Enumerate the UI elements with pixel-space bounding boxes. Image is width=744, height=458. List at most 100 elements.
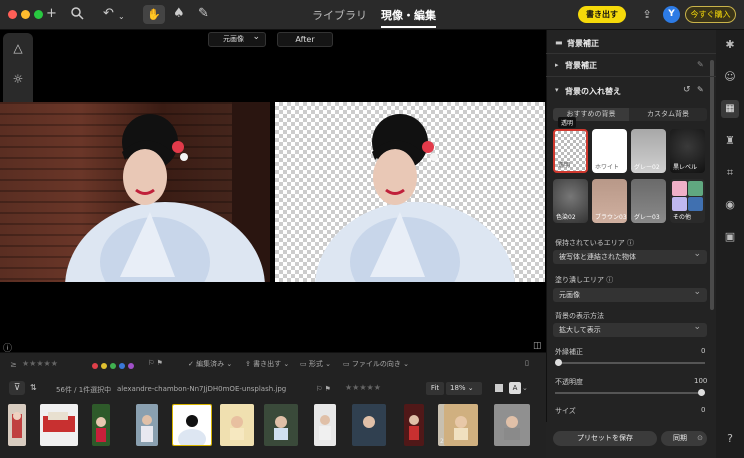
thumbnail[interactable]: [92, 404, 110, 446]
swatch-black-level[interactable]: 黒レベル: [670, 129, 705, 173]
folder-settings-icon[interactable]: ▣: [720, 228, 740, 246]
flag-icon[interactable]: ⚐ ⚑: [148, 359, 163, 367]
slider-knob[interactable]: [698, 389, 705, 396]
search-icon[interactable]: [70, 6, 84, 25]
status-orientation[interactable]: ▭ ファイルの向き ⌄: [343, 359, 409, 369]
image-rating[interactable]: ★★★★★: [345, 383, 381, 392]
thumbnail-selected[interactable]: [172, 404, 212, 446]
add-icon[interactable]: +: [46, 6, 57, 22]
compare-view-icon[interactable]: A: [509, 382, 521, 394]
tab-custom-bg[interactable]: カスタム背景: [629, 108, 707, 121]
crop-icon[interactable]: ⌗: [720, 164, 740, 182]
selection-count: 56件 / 1件選択中: [56, 386, 112, 394]
thumbnail[interactable]: [352, 404, 386, 446]
outer-correction-value: 0: [701, 347, 706, 355]
tab-library[interactable]: ライブラリ: [312, 7, 367, 23]
tab-develop[interactable]: 現像・編集: [381, 7, 436, 28]
panel-title: 背景補正: [567, 39, 599, 48]
zoom-select[interactable]: 18% ⌄: [446, 382, 482, 395]
flag-icon[interactable]: ⚐ ⚑: [316, 385, 331, 393]
thumbnail[interactable]: [220, 404, 254, 446]
swatch-shade02[interactable]: 色染02: [553, 179, 588, 223]
swatch-gray02[interactable]: グレー02: [631, 129, 666, 173]
thumbnail[interactable]: [8, 404, 26, 446]
thumbnail[interactable]: [444, 404, 478, 446]
chevron-right-icon[interactable]: ▸: [555, 61, 559, 69]
sun-effect-icon[interactable]: ☼: [3, 69, 33, 89]
undo-icon[interactable]: ↶: [103, 6, 114, 22]
sort-icon[interactable]: ⇅: [30, 383, 37, 392]
swatch-brown03[interactable]: ブラウン03: [592, 179, 627, 223]
outer-correction-slider[interactable]: [555, 359, 705, 366]
info-icon: ⓘ: [627, 239, 635, 247]
stamp-tool-icon[interactable]: ♠: [173, 6, 185, 22]
view-dropdown-icon[interactable]: ⌄: [522, 384, 528, 392]
section-bg-replace[interactable]: 背景の入れ替え: [565, 86, 621, 97]
thumbnail[interactable]: [404, 404, 424, 446]
status-edited[interactable]: ✓ 編集済み ⌄: [188, 359, 232, 369]
swatch-white[interactable]: ホワイト: [592, 129, 627, 173]
share-icon[interactable]: ⇪: [640, 8, 654, 22]
sync-options-icon: ⊙: [697, 434, 703, 442]
save-preset-button[interactable]: プリセットを保存: [553, 431, 657, 446]
opacity-slider[interactable]: [555, 389, 705, 396]
thumbnail[interactable]: [264, 404, 298, 446]
status-format[interactable]: ▭ 形式 ⌄: [300, 359, 331, 369]
camera-icon[interactable]: ◉: [720, 196, 740, 214]
section-bg-correction[interactable]: 背景補正: [565, 60, 597, 71]
brush-tool-icon[interactable]: ✎: [198, 6, 209, 22]
thumbnail[interactable]: [40, 404, 78, 446]
size-value: 0: [701, 406, 706, 414]
rating-stars[interactable]: ★★★★★: [22, 359, 58, 368]
thumbnail[interactable]: [136, 404, 158, 446]
color-label-blue[interactable]: [119, 363, 125, 369]
filter-icon[interactable]: ⊽: [9, 381, 25, 395]
background-tool-icon[interactable]: ▦: [721, 100, 739, 118]
hand-tool-icon[interactable]: ✋: [143, 5, 165, 24]
compare-mode-select[interactable]: 元画像 ⌄: [208, 32, 266, 47]
clothing-icon[interactable]: ♜: [720, 132, 740, 150]
edit-icon[interactable]: ✎: [697, 60, 704, 69]
export-button[interactable]: 書き出す: [578, 6, 626, 23]
avatar[interactable]: Y: [663, 6, 680, 23]
fit-button[interactable]: Fit: [426, 382, 444, 395]
edit-icon[interactable]: ✎: [697, 85, 704, 94]
swatch-transparent[interactable]: 透明: [553, 129, 588, 173]
chevron-down-icon[interactable]: ▾: [555, 86, 559, 94]
rating-filter-icon[interactable]: ≥: [10, 360, 17, 369]
close-window-button[interactable]: [8, 10, 17, 19]
opacity-value: 100: [694, 377, 708, 385]
face-icon[interactable]: ☺: [720, 68, 740, 86]
purchase-button[interactable]: 今すぐ購入: [685, 6, 736, 23]
kept-area-select[interactable]: 被写体と連結された物体: [553, 247, 707, 264]
color-label-yellow[interactable]: [101, 363, 107, 369]
thumbnail[interactable]: [314, 404, 336, 446]
ai-landscape-icon[interactable]: △: [3, 38, 33, 58]
minimize-window-button[interactable]: [21, 10, 30, 19]
single-view-icon[interactable]: [495, 384, 503, 392]
swatch-other[interactable]: その他: [670, 179, 705, 223]
compare-icon[interactable]: ◫: [533, 341, 542, 351]
panel-header-icon: ▬: [555, 38, 563, 47]
display-method-label: 背景の表示方法: [555, 312, 604, 320]
panel-scrollbar[interactable]: [710, 60, 714, 310]
thumbnail[interactable]: [494, 404, 530, 446]
fill-area-select[interactable]: 元画像: [553, 285, 707, 302]
display-method-select[interactable]: 拡大して表示: [553, 320, 707, 337]
help-icon[interactable]: ?: [720, 430, 740, 448]
chevron-down-icon: ⌄: [252, 32, 260, 42]
undo-dropdown-icon[interactable]: ⌄: [118, 9, 125, 25]
sync-button[interactable]: 同期 ⊙: [661, 431, 707, 446]
swatch-gray03[interactable]: グレー03: [631, 179, 666, 223]
star-icon: ★: [373, 383, 381, 392]
color-label-purple[interactable]: [128, 363, 134, 369]
color-label-green[interactable]: [110, 363, 116, 369]
reset-icon[interactable]: ↺: [683, 85, 691, 95]
file-name: alexandre-chambon-Nn7JjDH0mOE-unsplash.j…: [117, 385, 287, 393]
trash-icon[interactable]: ▯: [525, 359, 529, 367]
slider-knob[interactable]: [555, 359, 562, 366]
color-label-red[interactable]: [92, 363, 98, 369]
palette-icon[interactable]: ✱: [720, 36, 740, 54]
zoom-window-button[interactable]: [34, 10, 43, 19]
status-export[interactable]: ⇪ 書き出す ⌄: [245, 359, 289, 369]
